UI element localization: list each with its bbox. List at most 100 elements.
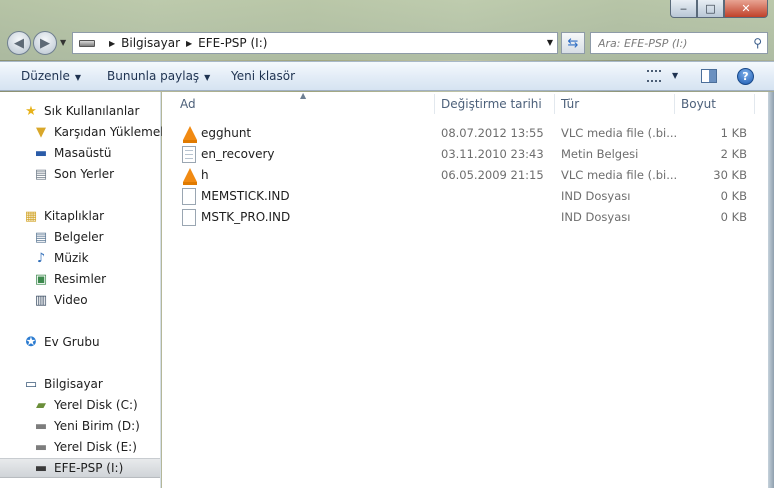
file-type: IND Dosyası <box>561 210 631 224</box>
nav-libraries[interactable]: ▦ Kitaplıklar <box>0 206 160 226</box>
column-header-type[interactable]: Tür <box>561 92 579 116</box>
file-row[interactable]: h 06.05.2009 21:15 VLC media file (.bi..… <box>162 165 774 186</box>
column-divider[interactable] <box>754 94 755 114</box>
file-name: MEMSTICK.IND <box>201 189 290 203</box>
search-box[interactable]: ⚲ <box>590 32 768 54</box>
libraries-icon: ▦ <box>24 208 38 224</box>
blank-file-icon <box>182 188 196 205</box>
new-folder-button[interactable]: Yeni klasör <box>231 69 295 83</box>
vlc-icon <box>183 168 197 185</box>
nav-item-desktop[interactable]: ▬ Masaüstü <box>0 143 160 163</box>
breadcrumb-chevron-icon[interactable]: ▶ <box>109 39 115 48</box>
nav-item-pictures[interactable]: ▣ Resimler <box>0 269 160 289</box>
file-row[interactable]: MEMSTICK.IND IND Dosyası 0 KB <box>162 186 774 207</box>
preview-pane-icon[interactable] <box>701 69 717 83</box>
nav-label: Ev Grubu <box>44 335 100 349</box>
view-options-dropdown[interactable]: ▼ <box>672 71 678 80</box>
vlc-icon <box>183 126 197 143</box>
nav-item-documents[interactable]: ▤ Belgeler <box>0 227 160 247</box>
file-list: Ad ▲ Değiştirme tarihi Tür Boyut egghunt… <box>162 91 774 488</box>
file-name: h <box>201 168 209 182</box>
file-type: Metin Belgesi <box>561 147 639 161</box>
nav-label: Yerel Disk (C:) <box>54 398 138 412</box>
column-divider[interactable] <box>434 94 435 114</box>
column-divider[interactable] <box>674 94 675 114</box>
column-divider[interactable] <box>554 94 555 114</box>
text-document-icon <box>182 146 196 163</box>
file-row[interactable]: MSTK_PRO.IND IND Dosyası 0 KB <box>162 207 774 228</box>
refresh-button[interactable]: ⇆ <box>561 32 585 54</box>
explorer-window: ‒ □ ✕ ◀ ▶ ▼ ▶ Bilgisayar ▶ EFE-PSP (I:) … <box>0 0 774 488</box>
nav-favorites[interactable]: ★ Sık Kullanılanlar <box>0 101 160 121</box>
chevron-down-icon: ▼ <box>204 73 211 82</box>
change-view-icon[interactable] <box>647 70 661 82</box>
music-note-icon: ♪ <box>36 250 46 266</box>
nav-computer[interactable]: ▭ Bilgisayar <box>0 374 160 394</box>
recent-pages-dropdown[interactable]: ▼ <box>60 38 66 47</box>
nav-label: Belgeler <box>54 230 104 244</box>
documents-icon: ▤ <box>34 229 48 245</box>
organize-button[interactable]: Düzenle ▼ <box>21 69 81 83</box>
computer-icon: ▭ <box>24 376 38 392</box>
system-drive-icon: ▰ <box>36 397 46 413</box>
breadcrumb-computer[interactable]: Bilgisayar <box>121 36 180 50</box>
removable-drive-icon: ▬ <box>34 460 48 476</box>
file-type: VLC media file (.bi... <box>561 168 678 182</box>
star-icon: ★ <box>25 103 37 119</box>
share-label: Bununla paylaş <box>107 69 200 83</box>
file-size: 0 KB <box>720 210 747 224</box>
search-input[interactable] <box>598 36 748 50</box>
caption-buttons: ‒ □ ✕ <box>670 0 768 18</box>
column-header-name[interactable]: Ad <box>180 92 196 116</box>
hard-drive-icon: ▬ <box>34 418 48 434</box>
help-icon[interactable]: ? <box>737 68 754 85</box>
nav-item-recent-places[interactable]: ▤ Son Yerler <box>0 164 160 184</box>
nav-item-videos[interactable]: ▥ Video <box>0 290 160 310</box>
nav-item-drive-i[interactable]: ▬ EFE-PSP (I:) <box>0 458 160 478</box>
address-bar[interactable]: ▶ Bilgisayar ▶ EFE-PSP (I:) ▼ <box>72 32 558 54</box>
nav-item-music[interactable]: ♪ Müzik <box>0 248 160 268</box>
nav-label: Kitaplıklar <box>44 209 105 223</box>
file-type: IND Dosyası <box>561 189 631 203</box>
window-frame-edge <box>768 92 774 488</box>
command-bar: Düzenle ▼ Bununla paylaş ▼ Yeni klasör ▼ ? <box>0 61 774 91</box>
close-button[interactable]: ✕ <box>724 0 768 18</box>
nav-item-drive-c[interactable]: ▰ Yerel Disk (C:) <box>0 395 160 415</box>
file-size: 1 KB <box>720 126 747 140</box>
video-film-icon: ▥ <box>34 292 48 308</box>
nav-homegroup[interactable]: ✪ Ev Grubu <box>0 332 160 352</box>
downloads-folder-icon: ▼ <box>36 124 46 140</box>
file-type: VLC media file (.bi... <box>561 126 678 140</box>
column-header-size[interactable]: Boyut <box>681 92 716 116</box>
nav-label: Video <box>54 293 88 307</box>
breadcrumb-chevron-icon[interactable]: ▶ <box>186 39 192 48</box>
share-with-button[interactable]: Bununla paylaş ▼ <box>107 69 210 83</box>
search-icon[interactable]: ⚲ <box>753 36 762 50</box>
column-header-date[interactable]: Değiştirme tarihi <box>441 92 542 116</box>
back-button[interactable]: ◀ <box>7 31 31 55</box>
forward-button[interactable]: ▶ <box>33 31 57 55</box>
nav-label: Son Yerler <box>54 167 115 181</box>
breadcrumb-drive[interactable]: EFE-PSP (I:) <box>198 36 267 50</box>
file-date: 08.07.2012 13:55 <box>441 126 544 140</box>
file-size: 2 KB <box>720 147 747 161</box>
nav-label: Karşıdan Yüklemeler <box>54 125 176 139</box>
nav-label: EFE-PSP (I:) <box>54 461 124 475</box>
nav-item-drive-d[interactable]: ▬ Yeni Birim (D:) <box>0 416 160 436</box>
arrow-left-icon: ◀ <box>14 35 24 51</box>
file-row[interactable]: en_recovery 03.11.2010 23:43 Metin Belge… <box>162 144 774 165</box>
nav-label: Yerel Disk (E:) <box>54 440 137 454</box>
nav-label: Yeni Birim (D:) <box>54 419 140 433</box>
title-bar: ‒ □ ✕ ◀ ▶ ▼ ▶ Bilgisayar ▶ EFE-PSP (I:) … <box>0 0 774 60</box>
homegroup-icon: ✪ <box>25 334 37 350</box>
file-name: MSTK_PRO.IND <box>201 210 291 224</box>
file-row[interactable]: egghunt 08.07.2012 13:55 VLC media file … <box>162 123 774 144</box>
chevron-down-icon: ▼ <box>74 73 82 82</box>
drive-icon <box>79 39 95 47</box>
nav-label: Masaüstü <box>54 146 112 160</box>
nav-item-downloads[interactable]: ▼ Karşıdan Yüklemeler <box>0 122 176 142</box>
maximize-button[interactable]: □ <box>697 0 724 18</box>
nav-item-drive-e[interactable]: ▬ Yerel Disk (E:) <box>0 437 160 457</box>
address-history-dropdown[interactable]: ▼ <box>547 38 553 47</box>
minimize-button[interactable]: ‒ <box>670 0 697 18</box>
